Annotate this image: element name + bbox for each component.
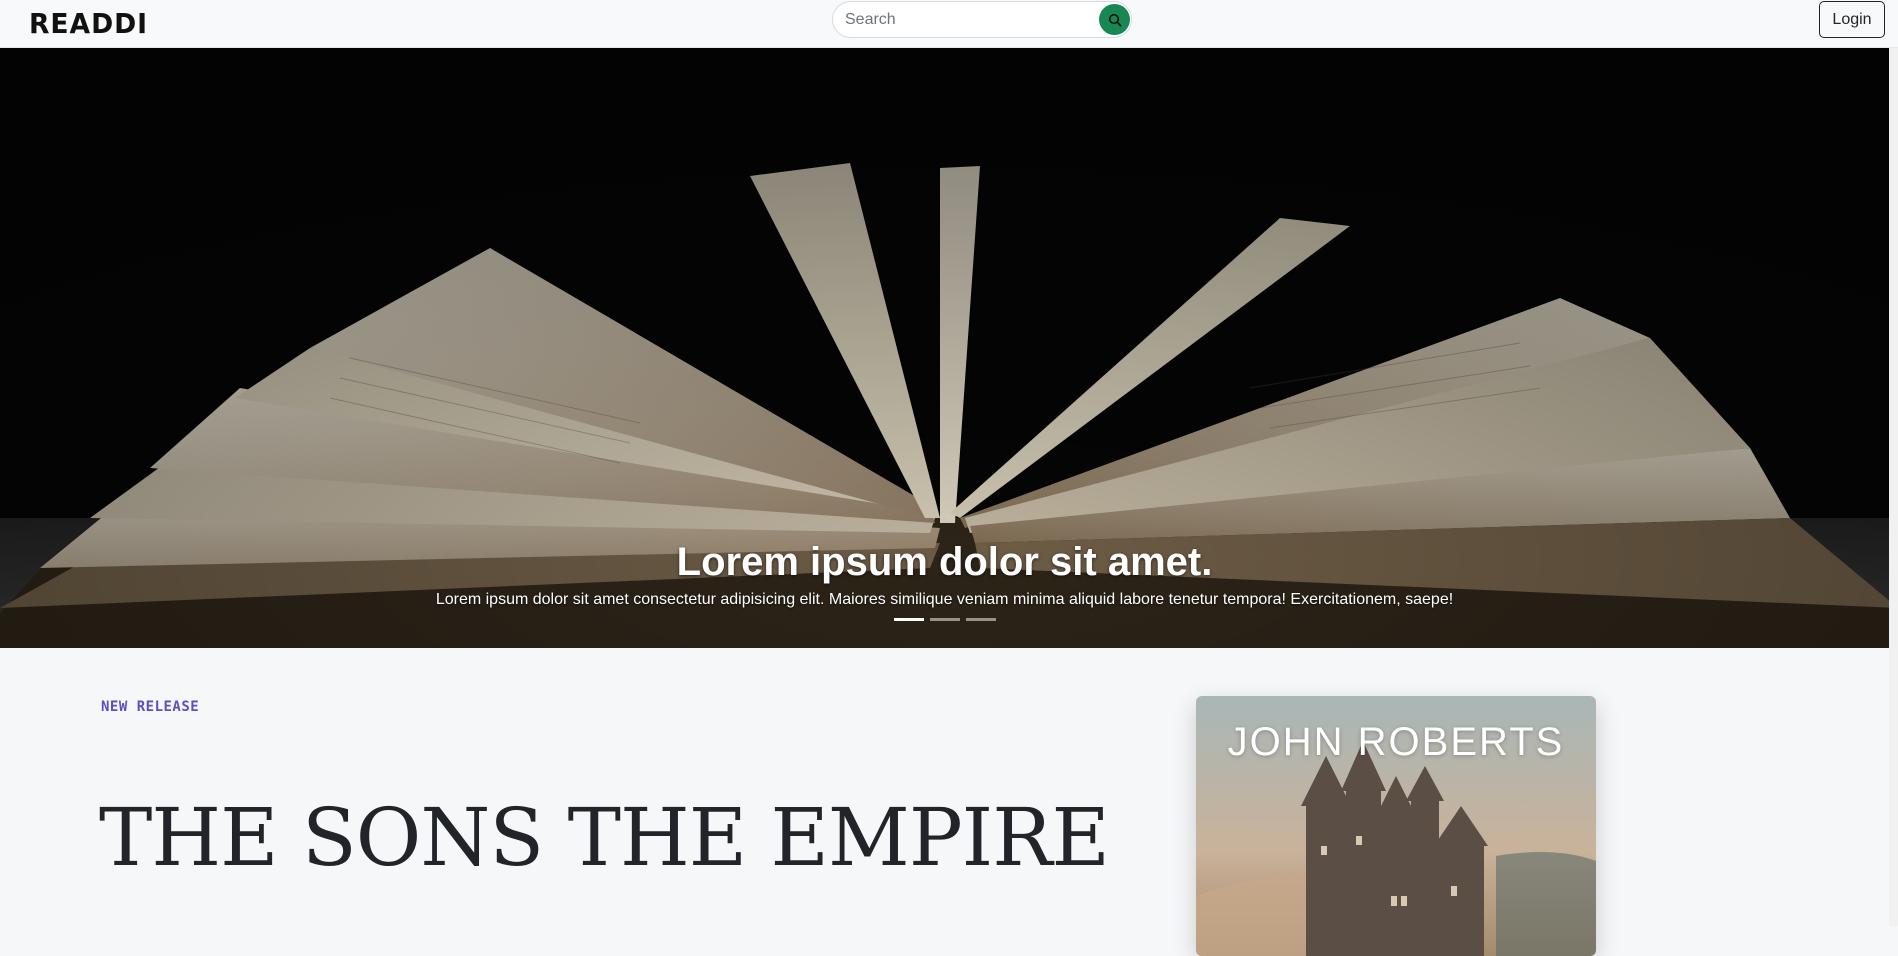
caption-text: Lorem ipsum dolor sit amet consectetur a… xyxy=(435,591,1454,608)
new-release-tag: NEW RELEASE xyxy=(101,699,200,715)
hero-carousel[interactable]: Lorem ipsum dolor sit amet. Lorem ipsum … xyxy=(0,48,1898,648)
carousel-indicators xyxy=(894,618,996,621)
carousel-indicator-3[interactable] xyxy=(966,618,996,621)
search-icon xyxy=(1108,13,1121,26)
page-scrollbar[interactable] xyxy=(1889,48,1898,926)
book-cover[interactable]: JOHN ROBERTS xyxy=(1196,696,1596,956)
carousel-indicator-1[interactable] xyxy=(894,618,924,621)
cover-author: JOHN ROBERTS xyxy=(1227,720,1565,764)
book-title: THE SONS THE EMPIRE xyxy=(99,791,1110,884)
carousel-indicator-2[interactable] xyxy=(930,618,960,621)
navbar: READDI Login xyxy=(0,0,1898,48)
logo-text[interactable]: READDI xyxy=(29,7,148,40)
login-button[interactable]: Login xyxy=(1819,1,1885,38)
search-button[interactable] xyxy=(1099,4,1130,35)
search-input[interactable] xyxy=(845,2,1085,37)
logo[interactable]: READDI xyxy=(29,6,154,40)
caption-title: Lorem ipsum dolor sit amet. xyxy=(676,540,1213,584)
carousel-caption: Lorem ipsum dolor sit amet. Lorem ipsum … xyxy=(0,538,1889,610)
search-bar xyxy=(832,1,1132,38)
